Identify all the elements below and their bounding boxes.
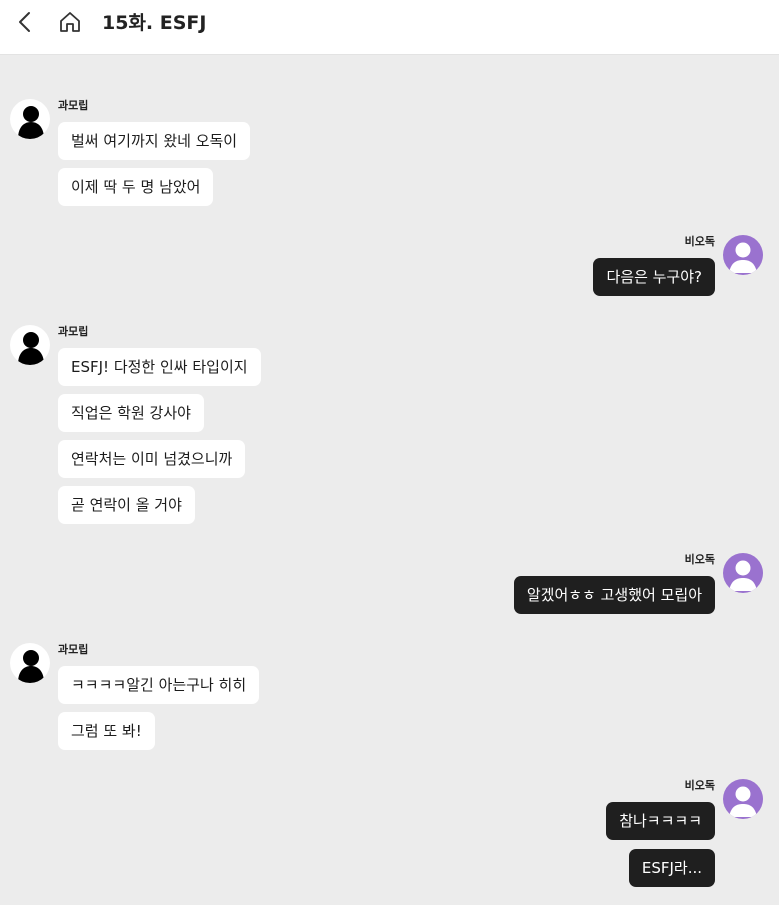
message-group-me: 비오독 참나ㅋㅋㅋㅋ ESFJ라... xyxy=(0,779,779,889)
home-button[interactable] xyxy=(57,9,83,35)
message-bubble[interactable]: 다음은 누구야? xyxy=(593,258,715,296)
user-placeholder-icon xyxy=(729,242,757,273)
avatar[interactable] xyxy=(10,643,50,683)
message-bubble[interactable]: 이제 딱 두 명 남았어 xyxy=(58,168,214,206)
message-bubble[interactable]: ESFJ! 다정한 인싸 타입이지 xyxy=(58,348,261,386)
message-bubble[interactable]: ESFJ라... xyxy=(628,849,715,887)
user-placeholder-icon xyxy=(729,560,757,591)
sender-name: 과모립 xyxy=(58,325,89,338)
chat-area[interactable]: 과모립 벌써 여기까지 왔네 오독이 이제 딱 두 명 남았어 비오독 다음은 … xyxy=(0,55,779,905)
avatar[interactable] xyxy=(10,99,50,139)
sender-name: 비오독 xyxy=(684,235,715,248)
person-silhouette-icon xyxy=(18,650,44,683)
sender-name: 비오독 xyxy=(684,779,715,792)
message-group-other: 과모립 벌써 여기까지 왔네 오독이 이제 딱 두 명 남았어 xyxy=(0,99,779,209)
message-group-other: 과모립 ESFJ! 다정한 인싸 타입이지 직업은 학원 강사야 연락처는 이미… xyxy=(0,325,779,527)
person-silhouette-icon xyxy=(18,106,44,139)
sender-name: 과모립 xyxy=(58,99,89,112)
message-group-me: 비오독 알겠어ㅎㅎ 고생했어 모립아 xyxy=(0,553,779,617)
avatar[interactable] xyxy=(10,325,50,365)
message-group-other: 과모립 ㅋㅋㅋㅋ알긴 아는구나 히히 그럼 또 봐! xyxy=(0,643,779,753)
avatar[interactable] xyxy=(723,779,763,819)
top-bar: 15화. ESFJ xyxy=(0,0,779,55)
user-placeholder-icon xyxy=(729,786,757,817)
message-bubble[interactable]: ㅋㅋㅋㅋ알긴 아는구나 히히 xyxy=(58,666,260,704)
message-bubble[interactable]: 알겠어ㅎㅎ 고생했어 모립아 xyxy=(513,576,715,614)
sender-name: 과모립 xyxy=(58,643,89,656)
home-icon xyxy=(60,12,80,32)
back-button[interactable] xyxy=(12,9,38,35)
avatar[interactable] xyxy=(723,235,763,275)
avatar[interactable] xyxy=(723,553,763,593)
page-title: 15화. ESFJ xyxy=(102,12,207,34)
chevron-left-icon xyxy=(19,12,30,32)
message-bubble[interactable]: 참나ㅋㅋㅋㅋ xyxy=(606,802,715,840)
message-bubble[interactable]: 직업은 학원 강사야 xyxy=(58,394,204,432)
sender-name: 비오독 xyxy=(684,553,715,566)
message-bubble[interactable]: 곧 연락이 올 거야 xyxy=(58,486,195,524)
message-group-me: 비오독 다음은 누구야? xyxy=(0,235,779,299)
message-bubble[interactable]: 벌써 여기까지 왔네 오독이 xyxy=(58,122,251,160)
person-silhouette-icon xyxy=(18,332,44,365)
message-bubble[interactable]: 연락처는 이미 넘겼으니까 xyxy=(58,440,246,478)
message-bubble[interactable]: 그럼 또 봐! xyxy=(58,712,155,750)
